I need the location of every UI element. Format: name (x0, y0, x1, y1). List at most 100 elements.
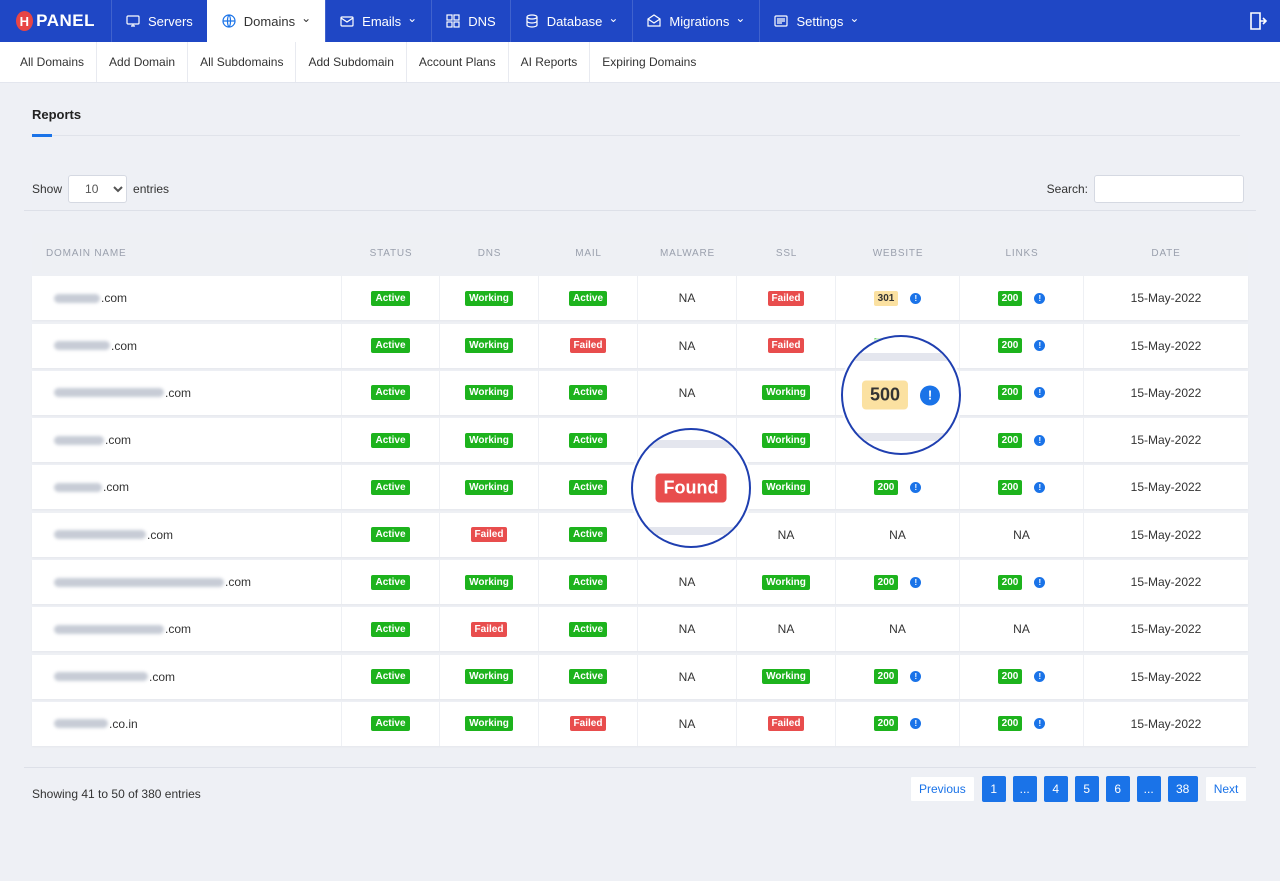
dns-cell: Working (440, 276, 539, 321)
brand-badge: H (16, 11, 34, 31)
nav-migrations[interactable]: Migrations ⌄ (632, 0, 759, 42)
domain-name[interactable]: .com (149, 670, 175, 684)
zoom-callout-website: 500 ! (841, 335, 961, 455)
website-cell: 301! (836, 276, 960, 321)
links-status-badge: 200 (997, 290, 1023, 306)
search-input[interactable] (1094, 175, 1244, 203)
date-cell: 15-May-2022 (1130, 716, 1202, 731)
column-header-website[interactable]: WEBSITE (836, 233, 960, 273)
info-icon[interactable]: ! (910, 481, 922, 493)
date-cell: 15-May-2022 (1130, 527, 1202, 542)
mail-status-badge: Active (568, 621, 607, 637)
links-cell: 200! (960, 701, 1084, 746)
subnav-expiring-domains[interactable]: Expiring Domains (590, 42, 708, 82)
domain-name[interactable]: .com (147, 528, 173, 542)
search-label: Search: (1046, 182, 1088, 196)
info-icon[interactable]: ! (910, 576, 922, 588)
column-header-mail[interactable]: MAIL (539, 233, 638, 273)
info-icon[interactable]: ! (1034, 434, 1046, 446)
mail-cell: Active (539, 560, 638, 605)
info-icon[interactable]: ! (910, 292, 922, 304)
nav-dns[interactable]: DNS (431, 0, 509, 42)
page-button-4[interactable]: 4 (1043, 776, 1068, 802)
info-icon[interactable]: ! (1034, 292, 1046, 304)
subnav-ai-reports[interactable]: AI Reports (509, 42, 591, 82)
table-row: .com Active Working Active NA Failed 301! 200! 1… (32, 276, 1248, 321)
domain-name[interactable]: .com (111, 339, 137, 353)
column-header-dns[interactable]: DNS (440, 233, 539, 273)
previous-button[interactable]: Previous (910, 776, 975, 802)
controls-divider (24, 210, 1256, 211)
website-status-badge: 200 (873, 669, 899, 685)
page-button-6[interactable]: 6 (1105, 776, 1130, 802)
next-button[interactable]: Next (1204, 776, 1248, 802)
subnav-account-plans[interactable]: Account Plans (407, 42, 509, 82)
status-status-badge: Active (371, 290, 410, 306)
info-icon[interactable]: ! (1034, 481, 1046, 493)
nav-database[interactable]: Database ⌄ (509, 0, 633, 42)
column-header-links[interactable]: LINKS (960, 233, 1084, 273)
links-status-badge: 200 (997, 338, 1023, 354)
info-icon[interactable]: ! (920, 385, 941, 405)
subnav-add-domain[interactable]: Add Domain (97, 42, 189, 82)
mail-cell: Active (539, 465, 638, 510)
dns-cell: Failed (440, 512, 539, 557)
column-header-malware[interactable]: MALWARE (638, 233, 737, 273)
info-icon[interactable]: ! (1034, 576, 1046, 588)
status-cell: Active (342, 560, 440, 605)
malware-value: NA (678, 575, 696, 590)
page-button-38[interactable]: 38 (1167, 776, 1198, 802)
domain-name[interactable]: .com (103, 480, 129, 494)
domain-name[interactable]: .com (105, 433, 131, 447)
nav-settings[interactable]: Settings ⌄ (759, 0, 873, 42)
info-icon[interactable]: ! (910, 718, 922, 730)
redacted-domain-blur (54, 482, 102, 492)
nav-domains[interactable]: Domains ⌄ (206, 0, 326, 42)
domain-name[interactable]: .com (165, 386, 191, 400)
logout-icon[interactable] (1248, 11, 1268, 31)
nav-emails[interactable]: Emails ⌄ (325, 0, 431, 42)
date-cell: 15-May-2022 (1130, 575, 1202, 590)
info-icon[interactable]: ! (1034, 718, 1046, 730)
dns-status-badge: Working (465, 432, 513, 448)
ssl-status-badge: Failed (767, 338, 805, 354)
page-button-1[interactable]: 1 (981, 776, 1006, 802)
page-button-5[interactable]: 5 (1074, 776, 1099, 802)
domain-name[interactable]: .com (225, 575, 251, 589)
website-cell: 200! (836, 654, 960, 699)
malware-value: NA (678, 669, 696, 684)
column-header-date[interactable]: DATE (1084, 233, 1248, 273)
entries-select[interactable]: 10 (68, 175, 128, 203)
malware-cell: NA (638, 701, 737, 746)
date-cell: 15-May-2022 (1130, 291, 1202, 306)
status-cell: Active (342, 418, 440, 463)
subnav-all-subdomains[interactable]: All Subdomains (188, 42, 297, 82)
status-status-badge: Active (371, 385, 410, 401)
pagination-ellipsis[interactable]: ... (1012, 776, 1037, 802)
ssl-cell: Working (737, 465, 836, 510)
subnav-all-domains[interactable]: All Domains (0, 42, 98, 82)
website-status-badge: 301 (873, 290, 899, 306)
domain-name[interactable]: .co.in (109, 717, 138, 731)
mail-cell: Active (539, 512, 638, 557)
globe-icon (222, 14, 236, 28)
mail-cell: Active (539, 276, 638, 321)
column-header-domain-name[interactable]: DOMAIN NAME (32, 233, 342, 273)
nav-servers[interactable]: Servers (111, 0, 207, 42)
column-header-ssl[interactable]: SSL (737, 233, 836, 273)
domain-cell: .com (32, 276, 342, 321)
brand-logo[interactable]: H PANEL (0, 0, 111, 42)
table-row: .com Active Working Failed NA Failed 200!200! 1… (32, 323, 1248, 368)
domain-name[interactable]: .com (101, 291, 127, 305)
pagination-ellipsis[interactable]: ... (1136, 776, 1161, 802)
info-icon[interactable]: ! (1034, 387, 1046, 399)
info-icon[interactable]: ! (1034, 340, 1046, 352)
info-icon[interactable]: ! (910, 671, 922, 683)
info-icon[interactable]: ! (1034, 671, 1046, 683)
ssl-cell: Failed (737, 701, 836, 746)
status-cell: Active (342, 701, 440, 746)
column-header-status[interactable]: STATUS (342, 233, 440, 273)
subnav-add-subdomain[interactable]: Add Subdomain (296, 42, 407, 82)
domain-name[interactable]: .com (165, 622, 191, 636)
mail-status-badge: Active (568, 669, 607, 685)
